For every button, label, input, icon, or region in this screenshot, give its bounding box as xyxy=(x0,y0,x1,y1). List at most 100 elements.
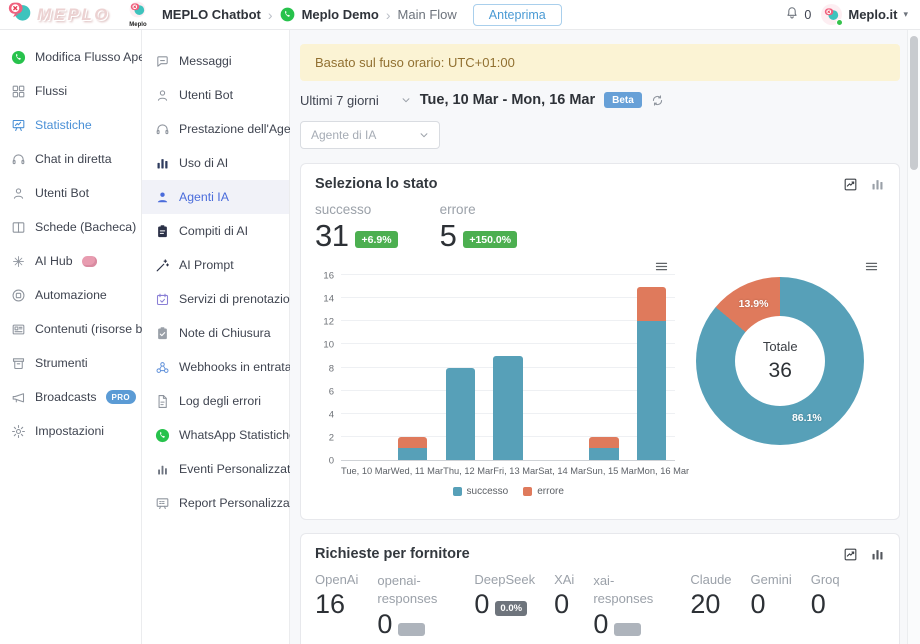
notifications-button[interactable]: 0 xyxy=(785,6,811,23)
line-chart-toggle-icon[interactable] xyxy=(843,177,858,192)
legend-item-successo[interactable]: successo xyxy=(453,486,509,497)
status-charts: 0246810121416 Tue, 10 MarWed, 11 MarThu,… xyxy=(315,259,885,507)
submenu-item-webhooks-in-entrata[interactable]: Webhooks in entrata xyxy=(142,350,289,384)
x-axis-labels: Tue, 10 MarWed, 11 MarThu, 12 MarFri, 13… xyxy=(341,466,675,476)
wand-icon xyxy=(154,258,170,273)
donut-chart-menu-icon[interactable] xyxy=(864,259,879,279)
legend-label: errore xyxy=(537,486,564,497)
submenu-item-agenti-ia[interactable]: Agenti IA xyxy=(142,180,289,214)
status-card-title: Seleziona lo stato xyxy=(315,176,437,192)
sidebar-item-modifica-flusso-aperto[interactable]: Modifica Flusso Aperto xyxy=(0,40,141,74)
submenu-item-prestazione-dell-agente[interactable]: Prestazione dell'Agente xyxy=(142,112,289,146)
x-tick-label: Sat, 14 Mar xyxy=(538,466,586,476)
submenu-item-compiti-di-ai[interactable]: Compiti di AI xyxy=(142,214,289,248)
legend-label: successo xyxy=(467,486,509,497)
bar-group-thu-12-mar xyxy=(437,275,485,460)
chevron-right-icon: › xyxy=(268,7,273,23)
online-status-dot xyxy=(836,19,843,26)
bot-avatar[interactable]: Meplo xyxy=(124,1,152,28)
sidebar-item-broadcasts[interactable]: BroadcastsPRO xyxy=(0,380,141,414)
line-chart-toggle-icon[interactable] xyxy=(843,547,858,562)
megaphone-icon xyxy=(10,390,26,405)
sidebar-item-automazione[interactable]: Automazione xyxy=(0,278,141,312)
breadcrumb: MEPLO Chatbot › Meplo Demo › Main Flow xyxy=(162,7,457,23)
x-tick-label: Fri, 13 Mar xyxy=(493,466,538,476)
stacked-bar-chart: 0246810121416 Tue, 10 MarWed, 11 MarThu,… xyxy=(315,259,675,507)
user-icon xyxy=(154,88,170,103)
date-range-label[interactable]: Tue, 10 Mar - Mon, 16 Mar xyxy=(420,92,595,108)
submenu-item-servizi-di-prenotazione[interactable]: Servizi di prenotazione xyxy=(142,282,289,316)
sidebar-item-label: Modifica Flusso Aperto xyxy=(35,50,159,64)
sidebar-item-statistiche[interactable]: Statistiche xyxy=(0,108,141,142)
sidebar-item-label: Schede (Bacheca) xyxy=(35,220,136,234)
sidebar-item-schede-bacheca[interactable]: Schede (Bacheca) xyxy=(0,210,141,244)
chevron-right-icon: › xyxy=(386,7,391,23)
chat-bubble-icon xyxy=(154,54,170,69)
bar-group-mon-16-mar xyxy=(628,275,676,460)
date-preset-dropdown[interactable]: Ultimi 7 giorni xyxy=(300,93,411,108)
submenu-item-log-degli-errori[interactable]: Log degli errori xyxy=(142,384,289,418)
sidebar-item-contenuti-risorse-bot[interactable]: Contenuti (risorse bot) xyxy=(0,312,141,346)
sidebar-item-utenti-bot[interactable]: Utenti Bot xyxy=(0,176,141,210)
submenu-item-eventi-personalizzati[interactable]: Eventi Personalizzati xyxy=(142,452,289,486)
donut-chart-area: Totale 36 86.1%13.9% xyxy=(675,259,885,507)
preview-button[interactable]: Anteprima xyxy=(473,4,562,26)
refresh-icon[interactable] xyxy=(651,94,664,107)
sidebar-item-strumenti[interactable]: Strumenti xyxy=(0,346,141,380)
breadcrumb-current[interactable]: Main Flow xyxy=(398,7,457,22)
y-tick-label: 14 xyxy=(323,294,334,305)
provider-label: DeepSeek xyxy=(474,572,535,587)
agent-select-placeholder: Agente di IA xyxy=(311,128,376,142)
whatsapp-channel-icon xyxy=(280,7,295,22)
agent-select[interactable]: Agente di IA xyxy=(300,121,440,149)
provider-value: 20 xyxy=(690,591,720,618)
sidebar-item-chat-in-diretta[interactable]: Chat in diretta xyxy=(0,142,141,176)
whatsapp-icon xyxy=(154,428,170,443)
account-menu[interactable]: Meplo.it ▾ xyxy=(821,4,908,25)
scrollbar-thumb[interactable] xyxy=(910,36,918,170)
bar-chart-toggle-icon[interactable] xyxy=(870,177,885,192)
submenu-item-ai-prompt[interactable]: AI Prompt xyxy=(142,248,289,282)
metric-delta-badge: +6.9% xyxy=(355,231,397,248)
scrollbar[interactable] xyxy=(907,30,920,644)
metric-successo: successo31+6.9% xyxy=(315,202,398,251)
kanban-icon xyxy=(10,220,26,235)
legend-item-errore[interactable]: errore xyxy=(523,486,564,497)
bars-filled-icon xyxy=(154,156,170,171)
sidebar-item-ai-hub[interactable]: AI Hub xyxy=(0,244,141,278)
gear-icon xyxy=(10,424,26,439)
submenu-item-whatsapp-statistiche[interactable]: WhatsApp Statistiche € xyxy=(142,418,289,452)
donut-slice-label-errore: 13.9% xyxy=(739,298,769,310)
sidebar-item-impostazioni[interactable]: Impostazioni xyxy=(0,414,141,448)
report-icon xyxy=(154,496,170,511)
submenu-item-utenti-bot[interactable]: Utenti Bot xyxy=(142,78,289,112)
breadcrumb-bot-name[interactable]: MEPLO Chatbot xyxy=(162,7,261,22)
y-tick-label: 16 xyxy=(323,271,334,282)
legend-swatch xyxy=(453,487,462,496)
provider-openai: OpenAi16 xyxy=(315,572,358,618)
y-tick-label: 0 xyxy=(329,456,334,467)
submenu-item-uso-di-ai[interactable]: Uso di AI xyxy=(142,146,289,180)
sidebar-item-label: Contenuti (risorse bot) xyxy=(35,322,157,336)
sidebar-item-label: Impostazioni xyxy=(35,424,104,438)
submenu-item-label: Utenti Bot xyxy=(179,88,233,102)
breadcrumb-flow-name[interactable]: Meplo Demo xyxy=(302,7,379,22)
bar-group-wed-11-mar xyxy=(389,275,437,460)
donut-center-label: Totale xyxy=(763,339,798,354)
donut-chart: Totale 36 86.1%13.9% xyxy=(696,277,864,445)
app-logo[interactable]: MEPLO xyxy=(8,0,110,29)
successo-bar-segment xyxy=(446,368,476,461)
meplo-logo-icon xyxy=(8,0,32,29)
bar-group-tue-10-mar xyxy=(341,275,389,460)
bar-chart-toggle-icon[interactable] xyxy=(870,547,885,562)
submenu-item-messaggi[interactable]: Messaggi xyxy=(142,44,289,78)
submenu-item-note-di-chiusura[interactable]: Note di Chiusura xyxy=(142,316,289,350)
successo-bar-segment xyxy=(398,448,428,460)
provider-label: Groq xyxy=(811,572,840,587)
chevron-down-icon xyxy=(419,130,429,140)
submenu-item-report-personalizzati[interactable]: Report Personalizzati xyxy=(142,486,289,520)
headset-icon xyxy=(154,122,170,137)
y-tick-label: 8 xyxy=(329,363,334,374)
sidebar-item-flussi[interactable]: Flussi xyxy=(0,74,141,108)
errore-bar-segment xyxy=(589,437,619,449)
